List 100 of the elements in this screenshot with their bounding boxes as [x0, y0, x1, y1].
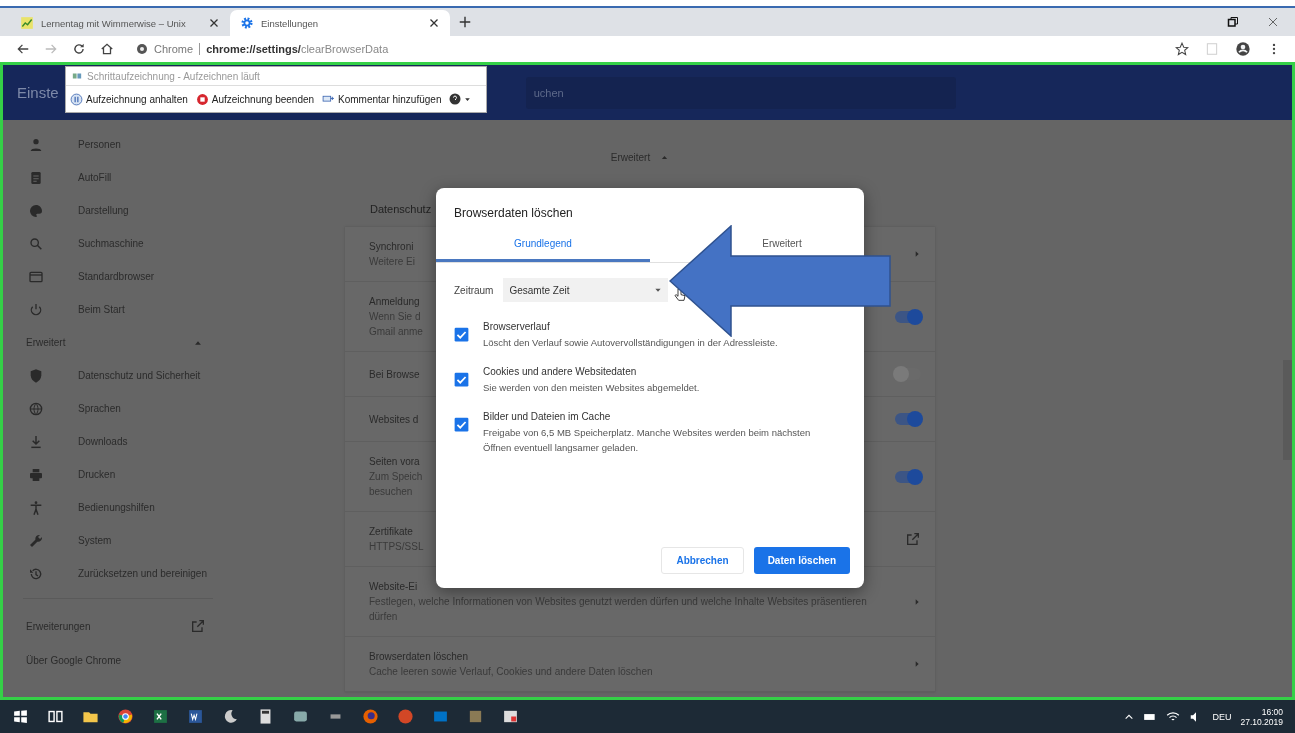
sidebar-item[interactable]: AutoFill	[3, 161, 303, 194]
home-icon[interactable]	[100, 42, 114, 56]
site-label: Chrome	[154, 43, 201, 55]
search-icon	[28, 235, 44, 252]
restore-window-icon[interactable]	[1227, 16, 1239, 28]
account-icon[interactable]	[1235, 41, 1251, 57]
clock-date[interactable]: 27.10.2019	[1240, 716, 1283, 727]
option-title: Bilder und Dateien im Cache	[483, 410, 612, 424]
scrollbar[interactable]	[1283, 360, 1292, 460]
sidebar-item[interactable]: Sprachen	[3, 392, 303, 425]
sidebar-item[interactable]: Standardbrowser	[3, 260, 303, 293]
external-link-icon	[905, 531, 921, 547]
sidebar-item[interactable]: Personen	[3, 128, 303, 161]
delete-data-button[interactable]: Daten löschen	[753, 547, 850, 574]
checkbox-checked[interactable]	[454, 417, 469, 432]
url-text: chrome://settings/clearBrowserData	[206, 43, 389, 55]
option-description: Sie werden von den meisten Websites abgemeldet.	[483, 381, 700, 395]
chart-icon	[20, 16, 34, 30]
close-icon[interactable]	[428, 17, 440, 29]
recorder-button[interactable]: Aufzeichnung anhalten	[66, 92, 192, 106]
row-title: Bei Browse	[369, 367, 420, 382]
star-icon[interactable]	[1175, 42, 1189, 56]
browser-tab[interactable]: Lernentag mit Wimmerwise – Unix	[10, 10, 230, 36]
gear-icon	[240, 16, 254, 30]
chevron-right-icon	[913, 660, 921, 668]
presentation-app-icon[interactable]	[397, 708, 414, 725]
row-title: Seiten vora	[369, 455, 420, 469]
field-label: Zeitraum	[454, 284, 494, 296]
sidebar-item[interactable]: Drucken	[3, 458, 303, 491]
reload-icon[interactable]	[72, 42, 86, 56]
header-title: Einste	[17, 84, 59, 101]
dialog-tab[interactable]: Grundlegend	[512, 238, 574, 249]
wrench-icon	[28, 532, 44, 549]
windows-logo-icon[interactable]	[12, 708, 29, 725]
option-description: Freigabe von 6,5 MB Speicherplatz. Manche Websites werden beim nächsten Öffnen eventuell langsamer geladen.	[483, 426, 812, 455]
section-title: Datenschutz	[370, 203, 432, 215]
browser-tab[interactable]: Einstellungen	[230, 10, 450, 36]
checkbox-checked[interactable]	[454, 327, 469, 342]
chevron-right-icon	[913, 597, 921, 606]
sidebar-item[interactable]: Darstellung	[3, 194, 303, 227]
power-icon	[28, 301, 44, 318]
row-title: Browserdaten löschen	[369, 650, 468, 664]
toggle-switch[interactable]	[895, 413, 921, 425]
sidebar-item[interactable]: System	[3, 524, 303, 557]
chevron-right-icon	[913, 250, 921, 258]
document-app-icon[interactable]	[187, 708, 204, 725]
option-title: Browserverlauf	[483, 320, 551, 334]
crescent-icon[interactable]	[222, 708, 239, 725]
shield-icon	[28, 367, 44, 384]
toggle-switch[interactable]	[895, 310, 921, 323]
sidebar-item[interactable]: Bedienungshilfen	[3, 491, 303, 524]
accessibility-icon	[28, 499, 44, 516]
person-icon	[28, 136, 44, 153]
globe-icon	[28, 400, 44, 417]
sidebar-link[interactable]: Erweiterungen	[3, 609, 306, 643]
dialog-tab[interactable]: Erweitert	[760, 238, 804, 249]
pause-icon	[70, 92, 83, 106]
task-view-icon[interactable]	[47, 708, 64, 725]
row-title: Website-Ei	[369, 580, 418, 594]
download-icon	[28, 433, 44, 450]
toggle-switch[interactable]	[895, 470, 921, 483]
sidebar-section-toggle[interactable]: Erweitert	[3, 326, 303, 359]
dialog-title: Browserdaten löschen	[453, 205, 574, 220]
clipboard-icon	[28, 169, 44, 186]
advanced-toggle[interactable]: Erweitert	[610, 152, 670, 163]
option-description: Löscht den Verlauf sowie Autovervollständigungen in der Adressleiste.	[483, 336, 778, 350]
caret-down-icon	[654, 286, 663, 294]
time-range-dropdown[interactable]: Gesamte Zeit	[503, 278, 669, 302]
sidebar-link[interactable]: Über Google Chrome	[3, 643, 306, 677]
new-tab-icon[interactable]	[458, 15, 472, 29]
checkbox-checked[interactable]	[454, 372, 469, 387]
address-bar[interactable]: Chrome chrome://settings/clearBrowserData	[128, 38, 397, 60]
app-icon[interactable]	[502, 708, 519, 725]
language-indicator[interactable]: DEU	[1212, 711, 1232, 722]
search-field[interactable]: uchen	[525, 76, 956, 109]
spreadsheet-app-icon[interactable]	[152, 708, 169, 725]
close-icon[interactable]	[208, 17, 220, 29]
sidebar-item[interactable]: Downloads	[3, 425, 303, 458]
steps-recorder-icon	[72, 71, 82, 81]
sidebar-item[interactable]: Zurücksetzen und bereinigen	[3, 557, 303, 590]
option-title: Cookies und andere Websitedaten	[483, 365, 638, 379]
stop-icon	[195, 92, 209, 106]
window-title: Schrittaufzeichnung - Aufzeichnen läuft	[87, 70, 260, 82]
row-title: Anmeldung	[369, 295, 420, 309]
sidebar-item[interactable]: Suchmaschine	[3, 227, 303, 260]
row-title: Synchroni	[369, 240, 414, 254]
recorder-button[interactable]: Kommentar hinzufügen	[318, 92, 446, 106]
row-title: Zertifikate	[369, 525, 413, 539]
back-arrow-icon[interactable]	[16, 42, 30, 56]
palette-icon	[28, 202, 44, 219]
caret-down-icon	[464, 95, 472, 103]
printer-icon	[28, 466, 44, 483]
sidebar-item[interactable]: Beim Start	[3, 293, 303, 326]
sidebar-item[interactable]: Datenschutz und Sicherheit	[3, 359, 303, 392]
browser-app-icon[interactable]	[117, 708, 134, 725]
clock-time[interactable]: 16:00	[1261, 706, 1283, 717]
help-icon	[449, 93, 462, 105]
cancel-button[interactable]: Abbrechen	[661, 547, 744, 574]
tab-title: Lernentag mit Wimmerwise – Unix	[41, 17, 187, 29]
recorder-button[interactable]: Aufzeichnung beenden	[191, 92, 319, 106]
